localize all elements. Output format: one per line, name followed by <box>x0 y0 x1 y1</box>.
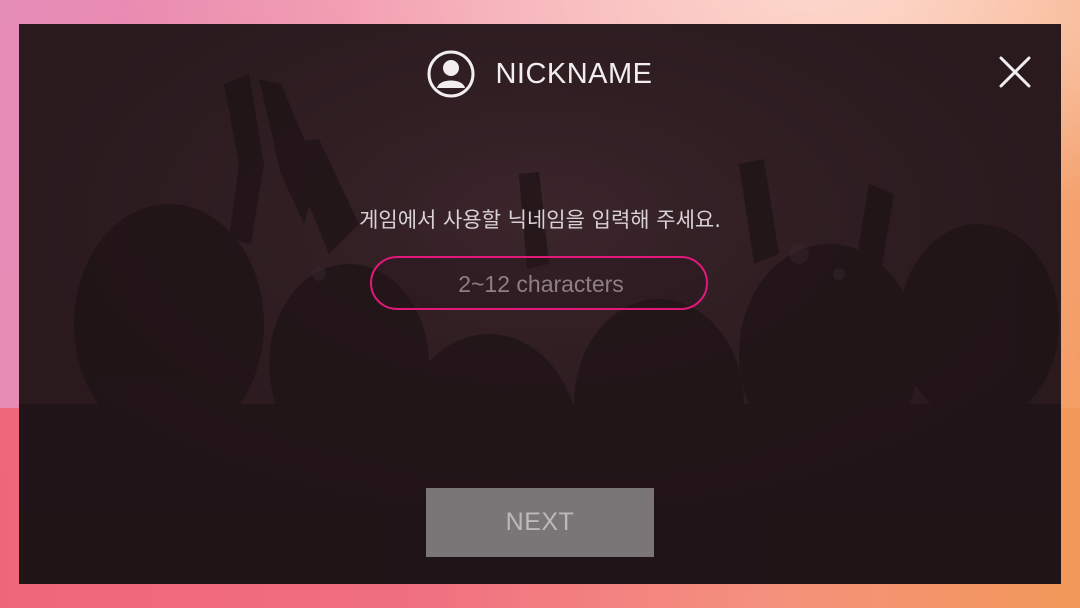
dialog-header: NICKNAME <box>19 46 1061 102</box>
close-icon <box>999 56 1031 88</box>
close-button[interactable] <box>997 54 1033 90</box>
nickname-prompt: 게임에서 사용할 닉네임을 입력해 주세요. <box>359 208 721 232</box>
nickname-field <box>370 256 710 310</box>
user-avatar-icon <box>427 50 475 98</box>
dialog-title: NICKNAME <box>495 57 653 90</box>
nickname-dialog: NICKNAME 게임에서 사용할 닉네임을 입력해 주세요. NEXT <box>19 24 1061 584</box>
nickname-input[interactable] <box>372 258 710 310</box>
next-button[interactable]: NEXT <box>426 488 654 557</box>
